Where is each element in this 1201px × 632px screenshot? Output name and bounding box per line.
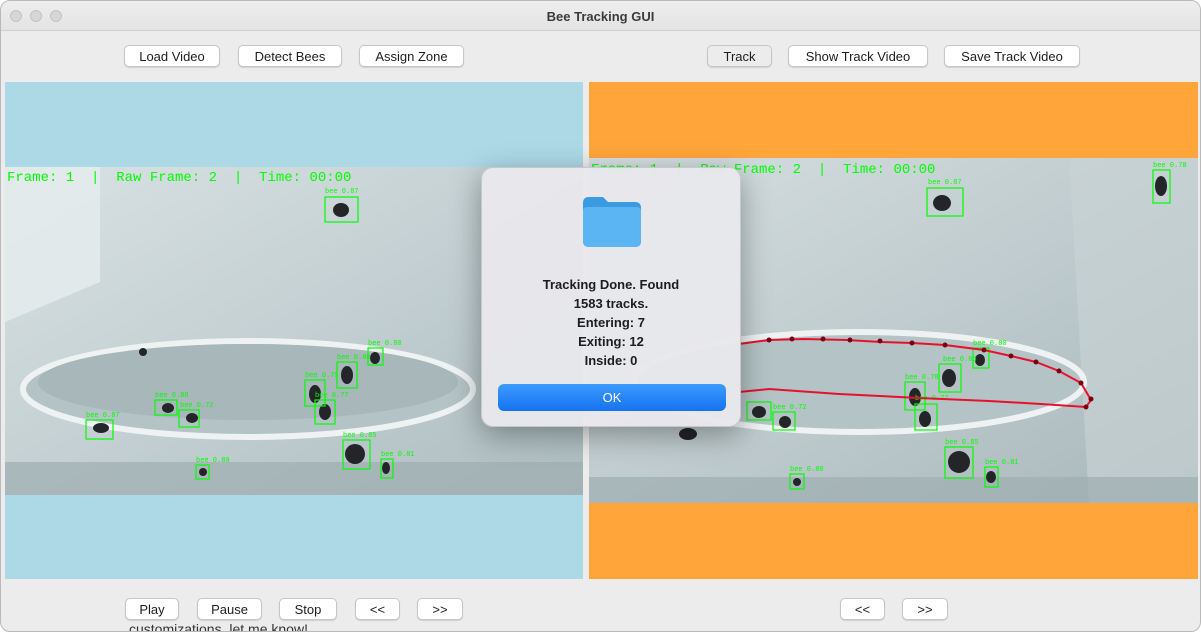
window-title: Bee Tracking GUI	[546, 9, 655, 24]
detection-label: bee 0.80	[196, 457, 230, 465]
track-next-frame-button[interactable]: >>	[902, 598, 948, 620]
dialog-line: Exiting: 12	[578, 334, 644, 349]
detection-label: bee 0.77	[315, 392, 349, 400]
title-bar: Bee Tracking GUI	[1, 1, 1200, 31]
assign-zone-button[interactable]: Assign Zone	[359, 45, 464, 67]
detection-label: bee 0.87	[928, 179, 962, 187]
next-frame-button[interactable]: >>	[417, 598, 463, 620]
dialog-line: Tracking Done. Found	[542, 277, 680, 292]
track-button[interactable]: Track	[707, 45, 772, 67]
detection-label: bee 0.86	[337, 354, 371, 362]
detect-bees-button[interactable]: Detect Bees	[238, 45, 342, 67]
tracking-done-dialog: Tracking Done. Found 1583 tracks. Enteri…	[481, 167, 741, 427]
load-video-button[interactable]: Load Video	[124, 45, 220, 67]
save-track-video-button[interactable]: Save Track Video	[944, 45, 1080, 67]
detection-label: bee 0.80	[368, 340, 402, 348]
detection-label: bee 0.85	[945, 439, 979, 447]
detection-label: bee 0.75	[305, 372, 339, 380]
stop-button[interactable]: Stop	[279, 598, 337, 620]
dialog-message: Tracking Done. Found 1583 tracks. Enteri…	[482, 275, 740, 370]
background-text: customizations, let me know!	[129, 621, 308, 632]
detection-label: bee 0.80	[973, 340, 1007, 348]
detection-label: bee 0.87	[86, 412, 120, 420]
folder-icon	[583, 197, 641, 247]
play-button[interactable]: Play	[125, 598, 179, 620]
detection-label: bee 0.88	[155, 392, 189, 400]
detection-label: bee 0.72	[180, 402, 214, 410]
detection-label: bee 0.87	[325, 188, 359, 196]
detection-label: bee 0.85	[343, 432, 377, 440]
detection-label: bee 0.81	[985, 459, 1019, 467]
detection-label: bee 0.72	[773, 404, 807, 412]
detection-label: bee 0.78	[905, 374, 939, 382]
pause-button[interactable]: Pause	[197, 598, 262, 620]
dialog-line: 1583 tracks.	[573, 296, 649, 311]
frame-overlay-text: Frame: 1 | Raw Frame: 2 | Time: 00:00	[7, 170, 351, 186]
app-window: Bee Tracking GUI Load Video Detect Bees …	[0, 0, 1201, 632]
ok-button[interactable]: OK	[498, 384, 726, 411]
previous-frame-button[interactable]: <<	[355, 598, 400, 620]
detection-label: bee 0.86	[943, 356, 977, 364]
detection-label: bee 0.80	[790, 466, 824, 474]
track-previous-frame-button[interactable]: <<	[840, 598, 885, 620]
dialog-line: Entering: 7	[577, 315, 645, 330]
detection-label: bee 0.78	[1153, 162, 1187, 170]
show-track-video-button[interactable]: Show Track Video	[788, 45, 928, 67]
detection-label: bee 0.81	[381, 451, 415, 459]
dialog-line: Inside: 0	[584, 353, 638, 368]
